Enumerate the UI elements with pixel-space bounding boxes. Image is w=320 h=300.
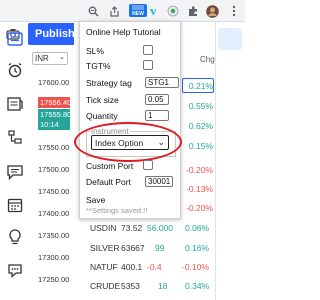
default-port-input[interactable]: 30001: [145, 176, 173, 187]
watchlist-last: 400.1: [121, 262, 143, 272]
red-highlight-annotation: [74, 122, 182, 162]
right-sidebar: [215, 22, 245, 300]
watchlist-pct: -0.10%: [182, 262, 209, 272]
price-axis-label: 17500.00: [38, 165, 70, 174]
save-button[interactable]: Save: [86, 195, 105, 205]
watchlist-chg: -0.4: [147, 262, 162, 272]
chat-icon[interactable]: [6, 163, 24, 181]
watchlist-pct: 0.21%: [188, 81, 213, 91]
chevron-down-icon: ⌄: [59, 54, 65, 61]
watchlist-pct: -0.20%: [186, 203, 213, 213]
price-tag-time: 10:14: [38, 119, 70, 130]
watchlist-symbol: NATUF: [90, 262, 118, 272]
default-port-label: Default Port: [86, 177, 131, 187]
watchlist-pct: 0.34%: [185, 281, 210, 291]
new-extension-icon[interactable]: NEW: [129, 4, 147, 17]
watchlist-symbol: USDIN: [90, 223, 117, 233]
tgt-label: TGT%: [86, 61, 111, 71]
price-axis-label: 17350.00: [38, 231, 70, 240]
browser-toolbar: NEW v: [0, 0, 245, 22]
price-axis-label: 17400.00: [38, 209, 70, 218]
price-axis-label: 17250.00: [38, 275, 70, 284]
saved-status-text: **Settings saved.!!: [86, 206, 148, 215]
ideas-lightbulb-icon[interactable]: [6, 228, 24, 246]
share-icon[interactable]: [107, 3, 121, 19]
strategy-tag-input[interactable]: STG1: [145, 77, 179, 88]
strategy-tag-label: Strategy tag: [86, 78, 132, 88]
quantity-label: Quantity: [86, 111, 118, 121]
menu-kebab-icon[interactable]: [229, 3, 239, 19]
price-axis-label: 17600.00: [38, 78, 70, 87]
watchlist-pct: 0.16%: [185, 243, 210, 253]
zoom-icon[interactable]: [86, 3, 100, 19]
watchlist-pct: 0.06%: [185, 223, 210, 233]
watchlist-pct: 0.62%: [188, 121, 213, 131]
object-tree-icon[interactable]: [6, 128, 24, 146]
tgt-checkbox[interactable]: [143, 60, 153, 70]
sl-label: SL%: [86, 46, 104, 56]
vimeo-extension-icon[interactable]: v: [150, 3, 157, 19]
symbol-select[interactable]: INR ⌄: [32, 52, 68, 65]
tick-size-label: Tick size: [86, 95, 119, 105]
puzzle-icon[interactable]: [186, 3, 200, 19]
watchlist-pct: 0.55%: [188, 101, 213, 111]
watchlist-pct: -0.20%: [186, 165, 213, 175]
watchlist-pct: 0.15%: [188, 141, 213, 151]
publish-button[interactable]: Publish: [28, 23, 75, 45]
extension-toggle-icon[interactable]: [166, 3, 180, 19]
watchlist-symbol: CRUDE: [90, 281, 121, 291]
watchlist-icon[interactable]: [6, 30, 24, 48]
watchlist-pct: -0.13%: [186, 184, 213, 194]
calendar-icon[interactable]: [6, 196, 24, 214]
price-axis-label: 17450.00: [38, 187, 70, 196]
speech-bubble-icon[interactable]: [6, 261, 24, 279]
profile-avatar[interactable]: [205, 3, 219, 19]
price-axis-label: 17550.00: [38, 143, 70, 152]
watchlist-chg: 99: [155, 243, 165, 253]
news-icon[interactable]: [6, 95, 24, 113]
new-badge-label: NEW: [132, 11, 144, 17]
sidebar-selected-highlight: [218, 28, 242, 50]
quantity-input[interactable]: 1: [145, 110, 169, 121]
tick-size-input[interactable]: 0.05: [145, 94, 169, 105]
custom-port-label: Custom Port: [86, 161, 134, 171]
watchlist-chg: 18: [158, 281, 168, 291]
custom-port-checkbox[interactable]: [143, 160, 153, 170]
watchlist-symbol: SILVER: [90, 243, 120, 253]
symbol-select-value: INR: [35, 54, 49, 63]
price-axis-label: 17300.00: [38, 253, 70, 262]
screen: NEW v Publish INR ⌄ 17600.00 17556.40 17…: [0, 0, 245, 300]
watchlist-last: 5353: [121, 281, 140, 291]
watchlist-chg: 56.000: [147, 223, 173, 233]
alarm-clock-icon[interactable]: [6, 61, 24, 79]
online-help-link[interactable]: Online Help Tutorial: [86, 27, 161, 37]
watchlist-last: 63667: [121, 243, 145, 253]
sl-checkbox[interactable]: [143, 45, 153, 55]
price-tag-red: 17556.40: [38, 97, 72, 108]
watchlist-last: 73.52: [121, 223, 143, 233]
